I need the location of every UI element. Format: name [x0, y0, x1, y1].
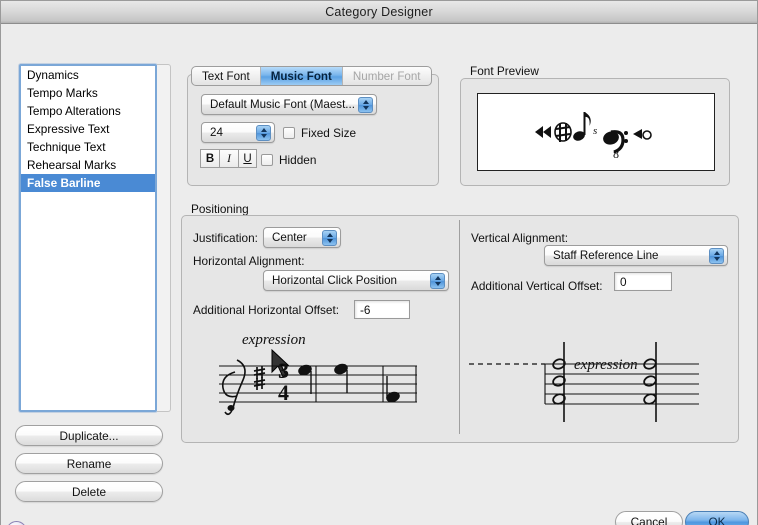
checkbox-box-icon: [283, 127, 295, 139]
vertical-alignment-value: Staff Reference Line: [553, 249, 659, 262]
list-item[interactable]: Expressive Text: [21, 120, 155, 138]
horizontal-alignment-dropdown[interactable]: Horizontal Click Position: [263, 270, 449, 291]
svg-text:s: s: [593, 125, 597, 137]
font-tab-strip: Text Font Music Font Number Font: [191, 66, 432, 86]
delete-button[interactable]: Delete: [15, 481, 163, 502]
svg-text:8: 8: [613, 147, 619, 161]
font-preview-box: s 8: [460, 78, 730, 186]
positioning-group-label: Positioning: [191, 202, 249, 216]
fixed-size-checkbox[interactable]: Fixed Size: [283, 126, 356, 140]
time-signature-bottom: 4: [278, 380, 289, 405]
chevron-updown-icon: [256, 125, 271, 141]
tab-text-font[interactable]: Text Font: [192, 67, 261, 85]
checkbox-box-icon: [261, 154, 273, 166]
list-item-selected[interactable]: False Barline: [21, 174, 155, 192]
music-font-dropdown[interactable]: Default Music Font (Maest...: [201, 94, 377, 115]
additional-vertical-offset-input[interactable]: 0: [614, 272, 672, 291]
list-item[interactable]: Technique Text: [21, 138, 155, 156]
chevron-updown-icon: [709, 248, 724, 264]
category-designer-window: Category Designer Dynamics Tempo Marks T…: [0, 0, 758, 525]
horizontal-alignment-label: Horizontal Alignment:: [193, 254, 305, 268]
vertical-alignment-dropdown[interactable]: Staff Reference Line: [544, 245, 728, 266]
expression-text-right: expression: [574, 357, 638, 373]
tab-number-font: Number Font: [352, 69, 421, 83]
rename-button[interactable]: Rename: [15, 453, 163, 474]
category-list[interactable]: Dynamics Tempo Marks Tempo Alterations E…: [19, 64, 157, 412]
chevron-updown-icon: [322, 230, 337, 246]
chevron-updown-icon: [430, 273, 445, 289]
justification-dropdown[interactable]: Center: [263, 227, 341, 248]
justification-value: Center: [272, 231, 307, 244]
bold-button[interactable]: B: [200, 149, 219, 168]
cancel-button[interactable]: Cancel: [615, 511, 683, 525]
staff-notation-left-icon: expression 3 4: [219, 332, 417, 416]
ok-button[interactable]: OK: [685, 511, 749, 525]
text-style-buttons: B I U: [200, 149, 257, 168]
italic-button[interactable]: I: [219, 149, 238, 168]
vertical-position-preview: expression: [467, 336, 702, 426]
positioning-divider: [459, 220, 460, 434]
horizontal-position-preview: expression 3 4: [217, 324, 427, 419]
list-item[interactable]: Dynamics: [21, 66, 155, 84]
staff-notation-right-icon: expression: [469, 342, 699, 422]
additional-horizontal-offset-input[interactable]: -6: [354, 300, 410, 319]
fixed-size-label: Fixed Size: [301, 126, 357, 140]
underline-button[interactable]: U: [238, 149, 257, 168]
font-preview-label: Font Preview: [470, 64, 539, 78]
list-item[interactable]: Rehearsal Marks: [21, 156, 155, 174]
hidden-label: Hidden: [279, 153, 317, 167]
title-bar[interactable]: Category Designer: [1, 1, 757, 24]
vertical-alignment-label: Vertical Alignment:: [471, 231, 569, 245]
chevron-updown-icon: [358, 97, 373, 113]
dialog-body: Dynamics Tempo Marks Tempo Alterations E…: [1, 24, 757, 525]
expression-text-left: expression: [242, 332, 306, 348]
category-list-scrollbar[interactable]: [157, 64, 171, 412]
music-font-value: Default Music Font (Maest...: [210, 98, 355, 111]
font-size-value: 24: [210, 126, 223, 139]
hidden-checkbox[interactable]: Hidden: [261, 153, 316, 167]
font-size-dropdown[interactable]: 24: [201, 122, 275, 143]
duplicate-button[interactable]: Duplicate...: [15, 425, 163, 446]
justification-label: Justification:: [193, 231, 258, 245]
tab-music-font[interactable]: Music Font: [260, 67, 343, 85]
font-preview-canvas: s 8: [477, 93, 715, 171]
music-font-glyph-sample-icon: s 8: [535, 112, 652, 161]
list-item[interactable]: Tempo Alterations: [21, 102, 155, 120]
additional-vertical-offset-label: Additional Vertical Offset:: [471, 279, 603, 293]
list-item[interactable]: Tempo Marks: [21, 84, 155, 102]
horizontal-alignment-value: Horizontal Click Position: [272, 274, 398, 287]
window-title: Category Designer: [325, 5, 433, 19]
additional-horizontal-offset-label: Additional Horizontal Offset:: [193, 303, 340, 317]
help-icon[interactable]: ?: [6, 521, 27, 525]
